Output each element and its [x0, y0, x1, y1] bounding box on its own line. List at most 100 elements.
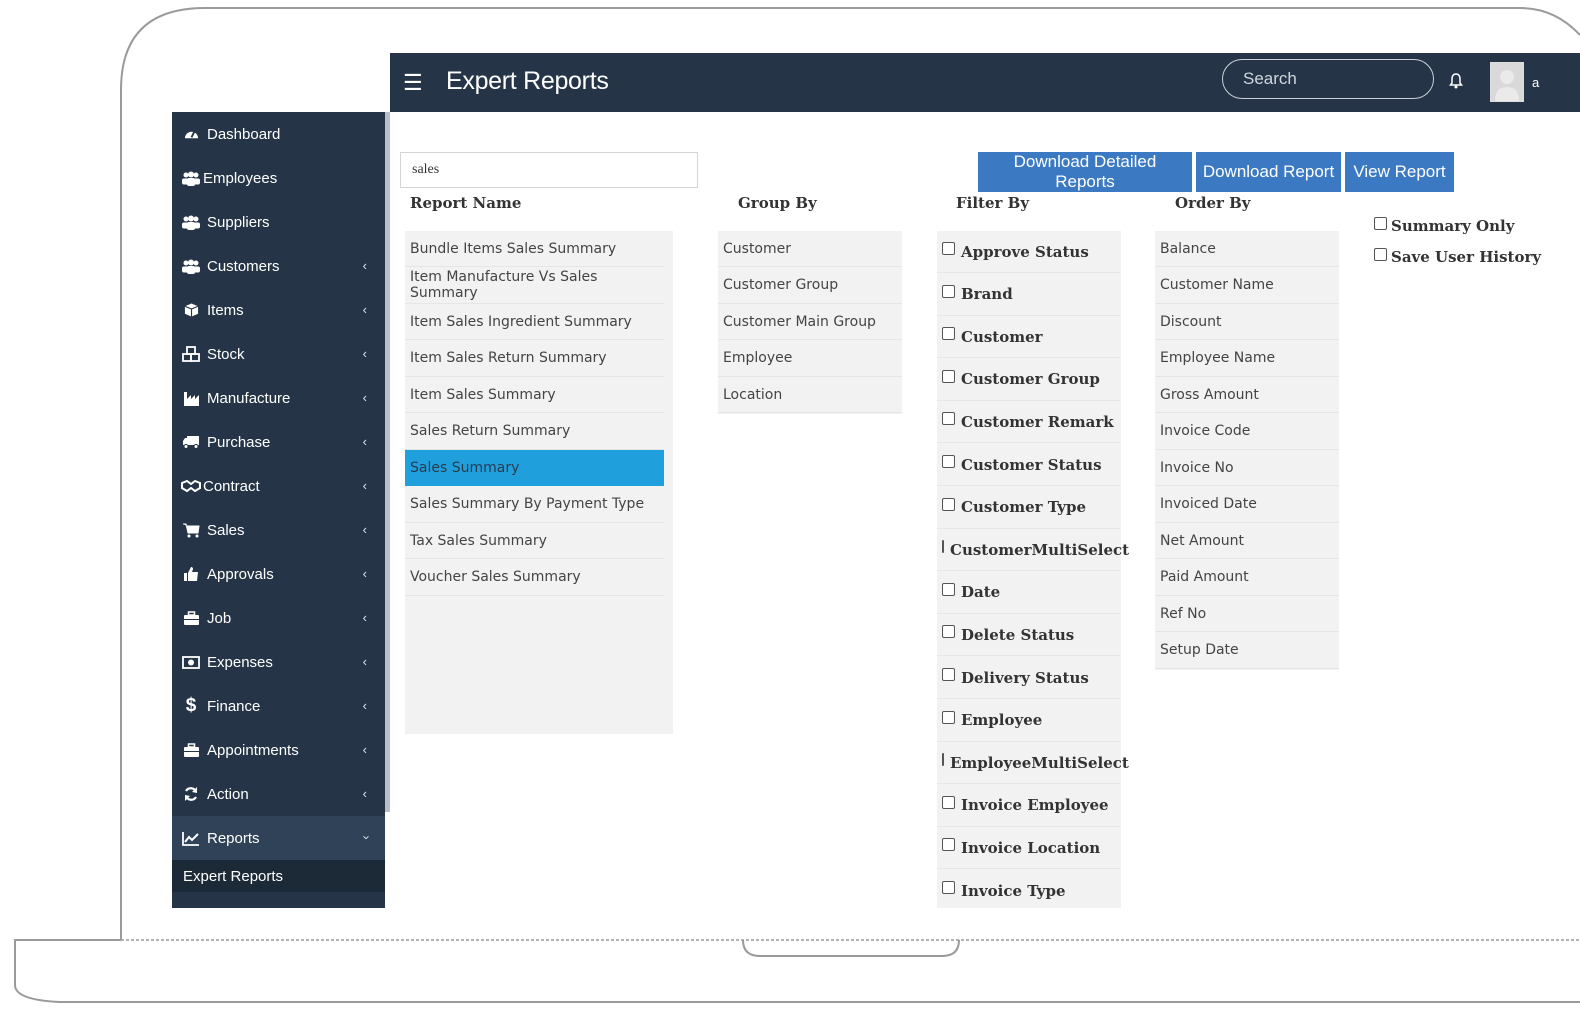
list-item[interactable]: Item Manufacture Vs Sales Summary — [405, 268, 664, 304]
checkbox[interactable] — [942, 582, 955, 596]
checkbox[interactable] — [942, 625, 955, 639]
sidebar-item-job[interactable]: Job ‹ — [172, 596, 385, 640]
list-item[interactable]: Tax Sales Summary — [405, 523, 664, 559]
list-item[interactable]: Customer Group — [718, 268, 902, 304]
sidebar-item-expenses[interactable]: Expenses ‹ — [172, 640, 385, 684]
list-item[interactable]: Bundle Items Sales Summary — [405, 231, 664, 267]
summary-only-checkbox[interactable] — [1374, 216, 1387, 230]
download-detailed-reports-button[interactable]: Download Detailed Reports — [978, 152, 1192, 192]
list-item[interactable]: Item Sales Ingredient Summary — [405, 304, 664, 340]
filter-checkbox-row[interactable]: Brand — [937, 274, 1120, 316]
checkbox[interactable] — [942, 710, 955, 724]
save-user-history-option[interactable]: Save User History — [1372, 247, 1541, 266]
filter-checkbox-row[interactable]: Invoice Type — [937, 870, 1120, 908]
list-item[interactable]: Discount — [1155, 304, 1339, 340]
sidebar-item-reports[interactable]: Reports ‹ — [172, 816, 385, 860]
filter-checkbox-row[interactable]: Date — [937, 572, 1120, 614]
filter-checkbox-row[interactable]: CustomerMultiSelect — [937, 529, 1129, 572]
list-item[interactable]: Employee — [718, 341, 902, 377]
filter-checkbox-row[interactable]: Customer Group — [937, 359, 1120, 401]
list-item[interactable]: Sales Return Summary — [405, 414, 664, 450]
sidebar: Dashboard Employees Suppliers Customers … — [172, 112, 385, 908]
list-item[interactable]: Paid Amount — [1155, 560, 1339, 596]
checkbox[interactable] — [942, 795, 955, 809]
filter-checkbox-row[interactable]: Employee — [937, 700, 1120, 742]
filter-checkbox-row[interactable]: EmployeeMultiSelect — [937, 742, 1129, 785]
checkbox[interactable] — [942, 369, 955, 383]
checkbox[interactable] — [942, 540, 944, 554]
list-item[interactable]: Customer — [718, 231, 902, 267]
sidebar-item-purchase[interactable]: Purchase ‹ — [172, 420, 385, 464]
list-item[interactable]: Invoiced Date — [1155, 487, 1339, 523]
list-item[interactable]: Invoice No — [1155, 450, 1339, 486]
checkbox[interactable] — [942, 497, 955, 511]
list-item-selected[interactable]: Sales Summary — [405, 450, 664, 486]
filter-checkbox-row[interactable]: Delete Status — [937, 614, 1120, 657]
list-item[interactable]: Employee Name — [1155, 341, 1339, 377]
sidebar-subitem-label: Expert Reports — [183, 867, 284, 885]
sidebar-item-approvals[interactable]: Approvals ‹ — [172, 552, 385, 596]
sidebar-item-contract[interactable]: Contract ‹ — [172, 464, 385, 508]
checkbox[interactable] — [942, 412, 955, 426]
sidebar-item-label: Purchase — [207, 433, 271, 451]
sidebar-item-items[interactable]: Items ‹ — [172, 288, 385, 332]
filter-checkbox-row[interactable]: Customer Type — [937, 487, 1120, 529]
list-item[interactable]: Customer Main Group — [718, 304, 902, 340]
sidebar-item-label: Manufacture — [207, 389, 291, 407]
checkbox[interactable] — [942, 668, 955, 681]
sidebar-item-label: Items — [207, 301, 244, 319]
list-item[interactable]: Customer Name — [1155, 268, 1339, 304]
sidebar-item-customers[interactable]: Customers ‹ — [172, 244, 385, 288]
list-item[interactable]: Invoice Code — [1155, 414, 1339, 450]
checkbox[interactable] — [942, 881, 955, 894]
view-report-button[interactable]: View Report — [1345, 152, 1454, 192]
sidebar-item-finance[interactable]: $ Finance ‹ — [172, 684, 385, 728]
sidebar-item-appointments[interactable]: Appointments ‹ — [172, 728, 385, 772]
list-item[interactable]: Gross Amount — [1155, 377, 1339, 413]
filter-checkbox-row[interactable]: Customer Status — [937, 444, 1120, 486]
list-item[interactable]: Sales Summary By Payment Type — [405, 487, 664, 523]
chevron-left-icon: ‹ — [362, 742, 367, 757]
sidebar-item-manufacture[interactable]: Manufacture ‹ — [172, 376, 385, 420]
summary-only-option[interactable]: Summary Only — [1372, 216, 1514, 235]
list-item[interactable]: Item Sales Summary — [405, 377, 664, 413]
checkbox[interactable] — [942, 753, 944, 767]
filter-checkbox-row[interactable]: Invoice Employee — [937, 785, 1120, 827]
checkbox[interactable] — [942, 455, 955, 468]
checkbox[interactable] — [942, 284, 955, 298]
list-item[interactable]: Balance — [1155, 231, 1339, 267]
filter-checkbox-row[interactable]: Approve Status — [937, 231, 1120, 273]
list-item[interactable]: Setup Date — [1155, 633, 1339, 669]
list-item[interactable]: Voucher Sales Summary — [405, 560, 664, 596]
save-user-history-checkbox[interactable] — [1374, 247, 1387, 261]
report-search-field — [400, 152, 698, 188]
filter-checkbox-row[interactable]: Customer Remark — [937, 401, 1120, 444]
filter-checkbox-row[interactable]: Invoice Location — [937, 827, 1120, 870]
filter-checkbox-row[interactable]: Customer — [937, 316, 1120, 359]
briefcase-icon — [179, 610, 203, 626]
sidebar-item-dashboard[interactable]: Dashboard — [172, 112, 385, 156]
report-search-input[interactable] — [410, 161, 684, 179]
download-report-button[interactable]: Download Report — [1196, 152, 1341, 192]
list-item[interactable]: Ref No — [1155, 596, 1339, 632]
sidebar-item-stock[interactable]: Stock ‹ — [172, 332, 385, 376]
sidebar-item-suppliers[interactable]: Suppliers — [172, 200, 385, 244]
search-input[interactable] — [1241, 68, 1415, 90]
checkbox[interactable] — [942, 327, 955, 341]
list-item[interactable]: Net Amount — [1155, 523, 1339, 559]
bell-icon[interactable] — [1448, 73, 1464, 89]
cube-icon — [179, 302, 203, 318]
list-item[interactable]: Location — [718, 377, 902, 413]
hamburger-menu-icon[interactable]: ☰ — [403, 70, 423, 96]
checkbox[interactable] — [942, 838, 955, 852]
sidebar-item-employees[interactable]: Employees — [172, 156, 385, 200]
sidebar-item-action[interactable]: Action ‹ — [172, 772, 385, 816]
filter-checkbox-row[interactable]: Delivery Status — [937, 657, 1120, 699]
user-silhouette-icon — [1495, 70, 1519, 101]
list-item[interactable]: Item Sales Return Summary — [405, 341, 664, 377]
avatar[interactable] — [1490, 62, 1524, 102]
sidebar-item-sales[interactable]: Sales ‹ — [172, 508, 385, 552]
checkbox[interactable] — [942, 242, 955, 255]
sidebar-scrollbar[interactable] — [385, 112, 390, 812]
sidebar-subitem-expert-reports[interactable]: Expert Reports — [172, 860, 385, 892]
